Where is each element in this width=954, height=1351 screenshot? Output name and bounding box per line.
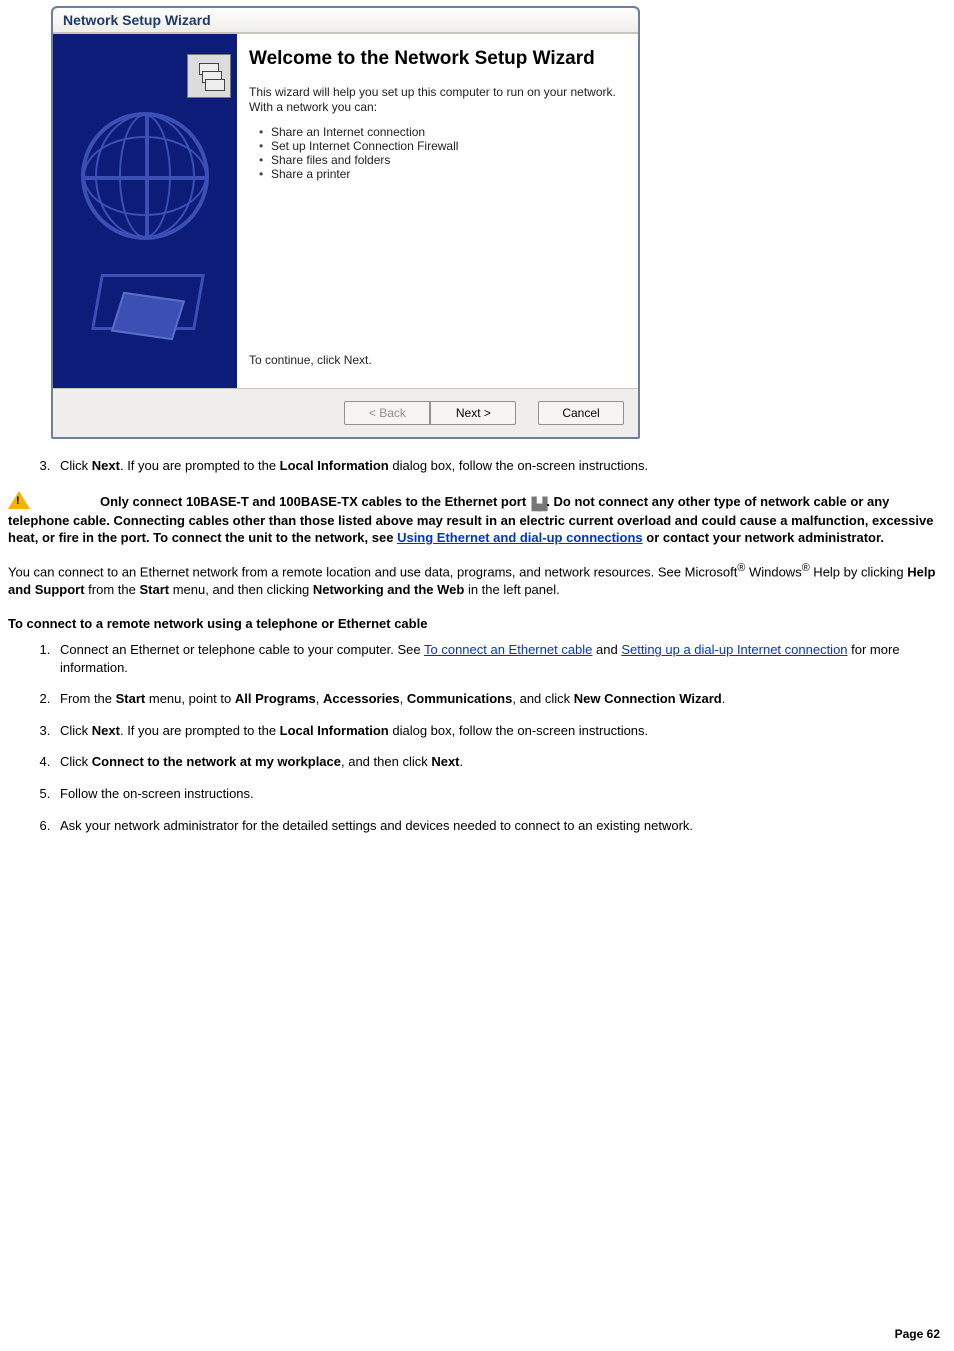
wizard-bullet: Share files and folders (259, 153, 620, 167)
cancel-button[interactable]: Cancel (538, 401, 624, 425)
next-button[interactable]: Next > (430, 401, 516, 425)
list-item: Ask your network administrator for the d… (54, 817, 946, 835)
network-icon (187, 54, 231, 98)
network-setup-wizard-window: Network Setup Wizard Welcome to the Netw… (51, 6, 640, 439)
list-item: From the Start menu, point to All Progra… (54, 690, 946, 708)
list-item: Connect an Ethernet or telephone cable t… (54, 641, 946, 676)
server-stack-icon (199, 63, 219, 89)
dialup-setup-link[interactable]: Setting up a dial-up Internet connection (621, 642, 847, 657)
ethernet-port-icon: ▙▟ (532, 496, 544, 512)
connect-ethernet-cable-link[interactable]: To connect an Ethernet cable (424, 642, 592, 657)
wizard-buttons: < Back Next > Cancel (53, 388, 638, 437)
warning-icon (8, 491, 30, 509)
wizard-body: Welcome to the Network Setup Wizard This… (53, 33, 638, 388)
list-item: Click Next. If you are prompted to the L… (54, 722, 946, 740)
section-heading: To connect to a remote network using a t… (8, 616, 946, 631)
wizard-sidebar (53, 34, 237, 388)
document-content: Click Next. If you are prompted to the L… (8, 457, 946, 834)
globe-icon (81, 112, 209, 240)
wizard-continue: To continue, click Next. (249, 313, 620, 368)
list-item: Click Next. If you are prompted to the L… (54, 457, 946, 475)
list-item: Click Connect to the network at my workp… (54, 753, 946, 771)
printer-icon (90, 254, 200, 338)
wizard-bullet: Share a printer (259, 167, 620, 181)
wizard-bullet: Share an Internet connection (259, 125, 620, 139)
wizard-main: Welcome to the Network Setup Wizard This… (237, 34, 638, 388)
wizard-title: Network Setup Wizard (53, 8, 638, 33)
back-button[interactable]: < Back (344, 401, 430, 425)
page-number: Page 62 (895, 1327, 940, 1341)
warning-block: Only connect 10BASE-T and 100BASE-TX cab… (8, 491, 946, 547)
wizard-bullets: Share an Internet connection Set up Inte… (259, 125, 620, 181)
wizard-intro: This wizard will help you set up this co… (249, 85, 620, 115)
paragraph: You can connect to an Ethernet network f… (8, 561, 946, 598)
list-item: Follow the on-screen instructions. (54, 785, 946, 803)
wizard-heading: Welcome to the Network Setup Wizard (249, 48, 620, 71)
wizard-bullet: Set up Internet Connection Firewall (259, 139, 620, 153)
ethernet-dialup-link[interactable]: Using Ethernet and dial-up connections (397, 530, 643, 545)
